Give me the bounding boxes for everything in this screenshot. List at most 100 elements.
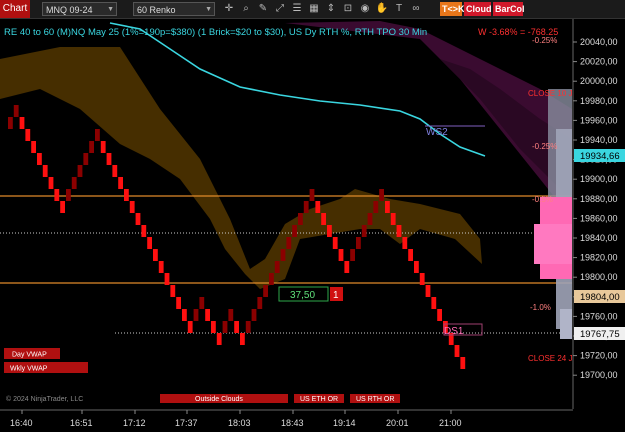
renko-brick xyxy=(77,165,83,177)
instrument-selector[interactable]: MNQ 09-24 ▼ xyxy=(42,2,117,16)
renko-brick xyxy=(170,285,176,297)
renko-brick xyxy=(379,189,384,201)
renko-brick xyxy=(100,141,106,153)
pct-label-mid: -0.25% xyxy=(532,142,557,151)
price-tick-label: 19880,00 xyxy=(580,194,618,204)
pct-label-05: -0.5% xyxy=(532,195,553,204)
renko-brick xyxy=(414,261,419,273)
arrows-icon[interactable]: ⤢ xyxy=(273,2,287,16)
price-tag-white-text: 19767,75 xyxy=(580,329,620,340)
renko-brick xyxy=(437,309,442,321)
cloud-button[interactable]: Cloud xyxy=(464,2,492,16)
renko-brick xyxy=(257,297,263,309)
renko-brick xyxy=(344,261,350,273)
renko-brick xyxy=(321,213,326,225)
renko-brick xyxy=(402,237,408,249)
renko-brick xyxy=(332,237,338,249)
renko-brick xyxy=(211,321,216,333)
renko-brick xyxy=(263,285,268,297)
renko-brick xyxy=(234,321,239,333)
chart-tab[interactable]: Chart xyxy=(0,0,30,18)
scale-icon[interactable]: ⇕ xyxy=(324,2,338,16)
price-tick-label: 19940,00 xyxy=(580,135,618,145)
hand-icon[interactable]: ✋ xyxy=(375,2,389,16)
us-rth-or-label: US RTH OR xyxy=(356,396,394,403)
zoom-icon[interactable]: ⌕ xyxy=(239,2,253,16)
time-tick-label: 17:12 xyxy=(123,418,146,428)
renko-brick xyxy=(240,333,245,345)
grid-icon[interactable]: ▦ xyxy=(307,2,321,16)
time-tick-label: 19:14 xyxy=(333,418,356,428)
renko-brick xyxy=(141,225,147,237)
renko-brick xyxy=(182,309,187,321)
lock-icon[interactable]: ⊡ xyxy=(341,2,355,16)
renko-brick xyxy=(129,201,135,213)
renko-brick xyxy=(8,117,13,129)
price-tick-label: 19960,00 xyxy=(580,115,618,125)
us-eth-or-label: US ETH OR xyxy=(300,396,338,403)
instrument-label: MNQ 09-24 xyxy=(46,5,93,15)
camera-icon[interactable]: ◉ xyxy=(358,2,372,16)
ws2-label: WS2 xyxy=(426,127,448,138)
renko-brick xyxy=(124,189,129,201)
renko-brick xyxy=(367,213,373,225)
time-tick-label: 18:43 xyxy=(281,418,304,428)
renko-brick xyxy=(460,357,466,369)
chart-toolbar: Chart MNQ 09-24 ▼ 60 Renko ▼ ✛ ⌕ ✎ ⤢ ☰ ▦… xyxy=(0,0,625,19)
renko-brick xyxy=(31,141,36,153)
renko-brick xyxy=(245,321,251,333)
price-tag-cyan-text: 19934,66 xyxy=(580,151,620,162)
renko-brick xyxy=(176,297,181,309)
renko-brick xyxy=(199,297,205,309)
renko-brick xyxy=(54,189,60,201)
chevron-down-icon: ▼ xyxy=(205,6,212,13)
renko-brick xyxy=(106,153,112,165)
renko-brick xyxy=(338,249,344,261)
renko-brick xyxy=(42,165,48,177)
renko-brick xyxy=(327,225,332,237)
renko-brick xyxy=(25,129,31,141)
renko-brick xyxy=(48,177,54,189)
renko-brick xyxy=(19,117,25,129)
crosshair-icon[interactable]: ✛ xyxy=(222,2,236,16)
renko-brick xyxy=(390,213,396,225)
renko-brick xyxy=(251,309,257,321)
barcol-button[interactable]: BarCol xyxy=(493,2,525,16)
renko-brick xyxy=(89,141,94,153)
link-icon[interactable]: ∞ xyxy=(409,2,423,16)
properties-icon[interactable]: ☰ xyxy=(290,2,304,16)
price-tick-label: 19840,00 xyxy=(580,233,618,243)
renko-brick xyxy=(118,177,123,189)
copyright-text: © 2024 NinjaTrader, LLC xyxy=(6,395,83,403)
price-tick-label: 19800,00 xyxy=(580,272,618,282)
renko-brick xyxy=(431,297,437,309)
renko-brick xyxy=(309,189,315,201)
renko-brick xyxy=(373,201,379,213)
renko-brick xyxy=(13,105,19,117)
renko-brick xyxy=(361,225,367,237)
price-tag-tan-text: 19804,00 xyxy=(580,292,620,303)
text-icon[interactable]: T xyxy=(392,2,406,16)
count-box-text: 1 xyxy=(333,290,339,301)
price-tick-label: 19860,00 xyxy=(580,213,618,223)
renko-brick xyxy=(216,333,222,345)
tk-button[interactable]: T<>K xyxy=(440,2,465,16)
price-tick-label: 20040,00 xyxy=(580,37,618,47)
renko-brick xyxy=(112,165,118,177)
price-tick-label: 19720,00 xyxy=(580,351,618,361)
renko-brick xyxy=(408,249,413,261)
renko-brick xyxy=(222,321,228,333)
renko-brick xyxy=(95,129,100,141)
pct-label-10: -1.0% xyxy=(530,303,551,312)
renko-brick xyxy=(298,213,303,225)
pencil-icon[interactable]: ✎ xyxy=(256,2,270,16)
renko-brick xyxy=(187,321,193,333)
renko-brick xyxy=(158,261,164,273)
time-axis[interactable] xyxy=(0,410,625,432)
price-tick-label: 20000,00 xyxy=(580,76,618,86)
bar-type-selector[interactable]: 60 Renko ▼ xyxy=(133,2,215,16)
renko-brick xyxy=(286,237,292,249)
chart-plot-area[interactable]: RE 40 to 60 (M)NQ May 25 (1%=190p=$380) … xyxy=(0,19,625,432)
renko-brick xyxy=(37,153,42,165)
time-tick-label: 20:01 xyxy=(386,418,409,428)
